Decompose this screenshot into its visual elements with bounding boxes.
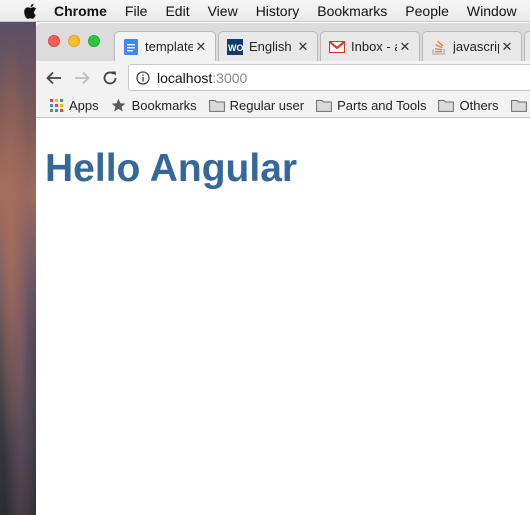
bookmark-parts-and-tools[interactable]: Parts and Tools — [316, 98, 426, 114]
close-tab-icon[interactable]: ✕ — [295, 39, 311, 55]
gmail-icon — [329, 39, 345, 55]
close-tab-icon[interactable]: ✕ — [499, 39, 515, 55]
menu-bookmarks[interactable]: Bookmarks — [308, 0, 396, 22]
tab-title: template — [145, 39, 193, 54]
address-bar[interactable]: localhost:3000 — [128, 64, 530, 91]
stack-overflow-icon — [431, 39, 447, 55]
menu-edit[interactable]: Edit — [156, 0, 198, 22]
tab-partial[interactable] — [524, 31, 530, 61]
bookmark-regular-user[interactable]: Regular user — [208, 98, 305, 114]
bookmark-label: Bookmarks — [131, 98, 197, 113]
info-icon[interactable] — [136, 70, 150, 85]
bookmark-others[interactable]: Others — [438, 98, 499, 114]
menu-people[interactable]: People — [396, 0, 458, 22]
forward-arrow-icon[interactable] — [69, 65, 95, 91]
bookmark-partial[interactable] — [510, 98, 530, 114]
page-heading: Hello Angular — [45, 147, 298, 190]
url-host: localhost — [157, 69, 213, 86]
url-port: :3000 — [212, 69, 248, 86]
svg-text:WO: WO — [228, 43, 243, 53]
bookmark-bookmarks[interactable]: Bookmarks — [111, 98, 197, 114]
tab-english[interactable]: WO English t ✕ — [218, 31, 318, 61]
tab-title: English t — [249, 39, 295, 54]
bookmarks-bar: Apps Bookmarks Regular user Parts and To… — [36, 94, 530, 118]
bookmark-apps[interactable]: Apps — [48, 98, 99, 114]
tab-title: Inbox - a — [351, 39, 397, 54]
close-window-button[interactable] — [48, 35, 60, 47]
menu-chrome[interactable]: Chrome — [40, 0, 116, 22]
folder-icon — [438, 98, 455, 114]
desktop-wallpaper — [0, 22, 36, 515]
apps-grid-icon — [48, 98, 64, 114]
google-docs-icon — [123, 38, 139, 55]
chrome-window: template ✕ WO English t ✕ Inbox - a ✕ ja… — [36, 23, 530, 515]
menu-file[interactable]: File — [116, 0, 157, 22]
bookmark-label: Parts and Tools — [337, 98, 427, 113]
back-arrow-icon[interactable] — [41, 65, 67, 91]
macos-menu-bar: Chrome File Edit View History Bookmarks … — [0, 0, 530, 22]
minimize-window-button[interactable] — [68, 35, 80, 47]
bookmark-label: Others — [459, 98, 499, 113]
close-tab-icon[interactable]: ✕ — [193, 39, 209, 55]
bookmark-label: Regular user — [229, 98, 305, 113]
reload-icon[interactable] — [97, 65, 123, 91]
tab-inbox[interactable]: Inbox - a ✕ — [320, 31, 420, 61]
apple-logo-icon[interactable] — [20, 3, 40, 19]
bookmark-label: Apps — [69, 98, 99, 113]
close-tab-icon[interactable]: ✕ — [397, 39, 413, 55]
menu-view[interactable]: View — [199, 0, 247, 22]
folder-icon — [510, 98, 527, 114]
tab-template[interactable]: template ✕ — [114, 31, 216, 61]
zoom-window-button[interactable] — [88, 35, 100, 47]
menu-window[interactable]: Window — [458, 0, 526, 22]
tab-title: javascrip — [453, 39, 499, 54]
tab-javascript[interactable]: javascrip ✕ — [422, 31, 522, 61]
folder-icon — [208, 98, 225, 114]
star-icon — [111, 98, 127, 114]
folder-icon — [316, 98, 333, 114]
tab-strip: template ✕ WO English t ✕ Inbox - a ✕ ja… — [36, 23, 530, 61]
wordreference-icon: WO — [227, 38, 243, 55]
menu-history[interactable]: History — [247, 0, 309, 22]
page-content: Hello Angular — [36, 119, 530, 515]
browser-toolbar: localhost:3000 — [36, 61, 530, 94]
